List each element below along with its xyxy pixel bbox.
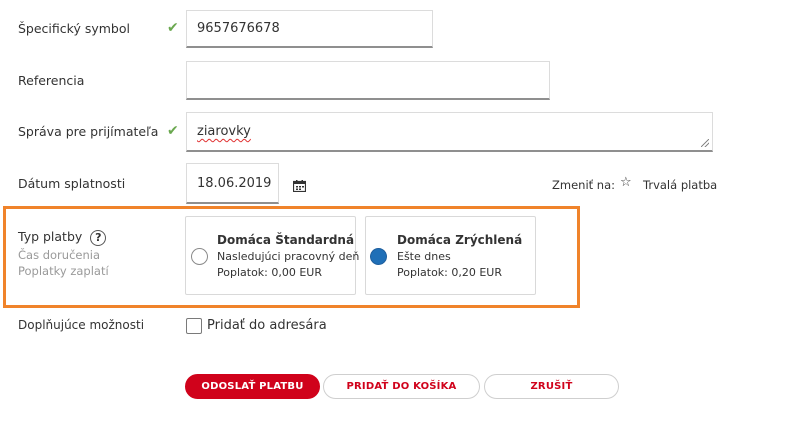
due-date-value: 18.06.2019 [197,175,272,191]
reference-label: Referencia [18,73,85,88]
option-title: Domáca Zrýchlená [397,233,523,247]
radio-express[interactable] [370,248,387,265]
resize-handle-icon[interactable] [701,139,709,147]
radio-standard[interactable] [191,248,208,265]
option-title: Domáca Štandardná [217,233,355,247]
payment-option-express[interactable]: Domáca Zrýchlená Ešte dnes Poplatok: 0,2… [365,216,536,295]
specific-symbol-label: Špecifický symbol [18,21,130,36]
option-delivery: Nasledujúci pracovný deň [217,250,360,263]
add-to-address-book-checkbox[interactable] [186,318,202,334]
star-icon[interactable]: ☆ [620,175,632,190]
add-to-cart-button[interactable]: PRIDAŤ DO KOŠÍKA [323,374,480,399]
help-icon[interactable]: ? [90,229,107,246]
due-date-label: Dátum splatnosti [18,176,126,191]
message-label: Správa pre prijímateľa [18,124,159,139]
standing-order-link[interactable]: Trvalá platba [643,178,717,192]
payment-option-standard[interactable]: Domáca Štandardná Nasledujúci pracovný d… [185,216,360,295]
specific-symbol-value: 9657676678 [197,21,280,36]
extra-options-label: Doplňujúce možnosti [18,318,145,332]
cancel-button[interactable]: ZRUŠIŤ [484,374,619,399]
change-to-label: Zmeniť na: [552,178,616,192]
due-date-input[interactable]: 18.06.2019 [186,163,279,204]
valid-check-icon: ✔ [167,20,179,36]
message-value: ziarovky [197,124,251,139]
option-fee: Poplatok: 0,20 EUR [397,266,502,279]
valid-check-icon: ✔ [167,123,179,139]
message-textarea[interactable]: ziarovky [186,112,713,152]
specific-symbol-input[interactable]: 9657676678 [186,10,433,48]
send-payment-button[interactable]: ODOSLAŤ PLATBU [185,374,320,399]
calendar-icon[interactable] [292,177,307,193]
payment-type-label: Typ platby ? [18,229,107,246]
fees-label: Poplatky zaplatí [18,264,109,278]
delivery-time-label: Čas doručenia [18,248,101,262]
reference-input[interactable] [186,61,550,100]
option-fee: Poplatok: 0,00 EUR [217,266,322,279]
option-delivery: Ešte dnes [397,250,451,263]
add-to-address-book-label[interactable]: Pridať do adresára [207,318,327,333]
payment-type-text: Typ platby [18,229,83,244]
